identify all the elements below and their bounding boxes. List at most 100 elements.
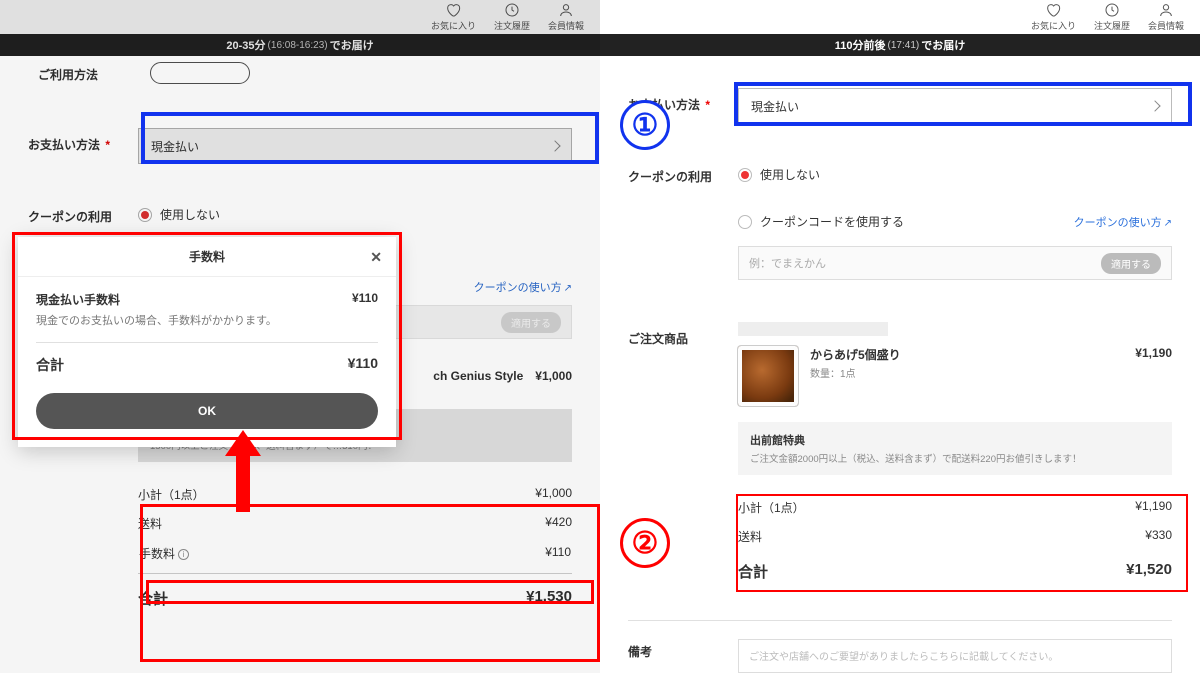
fee-modal: 手数料 ✕ 現金払い手数料¥110 現金でのお支払いの場合、手数料がかかります。…: [18, 237, 396, 447]
total-value: ¥1,530: [526, 588, 572, 609]
favorites-link[interactable]: お気に入り: [1031, 2, 1076, 32]
apply-button[interactable]: 適用する: [1101, 253, 1161, 274]
promo-desc: ご注文金額2000円以上（税込、送料含まず）で配送料220円お値引きします！: [750, 451, 1160, 465]
chevron-right-icon: [549, 140, 560, 151]
account-label: 会員情報: [1148, 19, 1184, 32]
shipping-value: ¥420: [545, 515, 572, 532]
coupon-code-input[interactable]: 例：でまえかん 適用する: [738, 246, 1172, 280]
ok-button[interactable]: OK: [36, 393, 378, 429]
annotation-circle-1: ①: [620, 100, 670, 150]
total-value: ¥1,520: [1126, 561, 1172, 582]
info-icon[interactable]: i: [178, 549, 189, 560]
order-section: ご注文商品 からあげ5個盛り 数量：1点 ¥1,190 出前館特典 ご注文金額2…: [628, 298, 1172, 616]
coupon-none-radio[interactable]: 使用しない: [738, 166, 1172, 183]
delivery-window: (17:41): [888, 40, 920, 51]
promo-banner: 出前館特典 ご注文金額2000円以上（税込、送料含まず）で配送料220円お値引き…: [738, 422, 1172, 475]
payment-select[interactable]: 現金払い: [738, 88, 1172, 124]
account-label: 会員情報: [548, 19, 584, 32]
favorites-label: お気に入り: [431, 19, 476, 32]
required-mark: *: [105, 138, 110, 152]
coupon-label: クーポンの利用: [628, 160, 738, 185]
annotation-circle-2: ②: [620, 518, 670, 568]
total-label: 合計: [738, 561, 768, 582]
favorites-link[interactable]: お気に入り: [431, 2, 476, 32]
payment-label: お支払い方法: [28, 138, 100, 152]
required-mark: *: [705, 98, 710, 112]
account-link[interactable]: 会員情報: [548, 2, 584, 32]
coupon-none-label: 使用しない: [160, 206, 220, 223]
order-item: からあげ5個盛り 数量：1点 ¥1,190: [738, 346, 1172, 406]
modal-fee-name: 現金払い手数料: [36, 291, 120, 308]
delivery-eta: 110分前後: [835, 37, 886, 53]
remarks-textarea[interactable]: ご注文や店舗へのご要望がありましたらこちらに記載してください。: [738, 639, 1172, 673]
history-link[interactable]: 注文履歴: [1094, 2, 1130, 32]
heart-icon: [445, 2, 461, 18]
order-item-price: ¥1,000: [535, 369, 572, 383]
coupon-none-radio[interactable]: 使用しない: [138, 206, 572, 223]
radio-dot-on: [138, 208, 152, 222]
fee-row[interactable]: 手数料i¥110: [138, 538, 572, 569]
order-item-name: からあげ5個盛り: [810, 346, 1123, 363]
radio-dot-off: [738, 215, 752, 229]
shipping-label: 送料: [138, 515, 162, 532]
delivery-banner: 110分前後 (17:41) でお届け: [600, 34, 1200, 56]
modal-total-label: 合計: [36, 355, 64, 375]
payment-row: お支払い方法 * 現金払い: [28, 110, 572, 182]
remarks-row: 備考 ご注文や店舗へのご要望がありましたらこちらに記載してください。: [628, 625, 1172, 673]
account-link[interactable]: 会員情報: [1148, 2, 1184, 32]
history-link[interactable]: 注文履歴: [494, 2, 530, 32]
top-bar: お気に入り 注文履歴 会員情報: [600, 0, 1200, 34]
modal-fee-amount: ¥110: [352, 291, 378, 308]
order-item-name-partial: ch Genius Style: [433, 369, 523, 383]
payment-row: お支払い方法 * 現金払い: [628, 66, 1172, 142]
payment-value: 現金払い: [151, 138, 199, 155]
close-icon[interactable]: ✕: [370, 249, 382, 266]
remarks-label: 備考: [628, 635, 738, 660]
promo-title: 出前館特典: [750, 432, 1160, 448]
payment-select[interactable]: 現金払い: [138, 128, 572, 164]
heart-icon: [1045, 2, 1061, 18]
delivery-suffix: でお届け: [921, 37, 965, 53]
delivery-eta: 20-35分: [226, 37, 265, 53]
shipping-label: 送料: [738, 528, 762, 545]
subtotal-value: ¥1,000: [535, 486, 572, 503]
annotation-arrow: [236, 454, 250, 512]
history-label: 注文履歴: [1094, 19, 1130, 32]
coupon-label: クーポンの利用: [28, 200, 138, 225]
radio-dot-on: [738, 168, 752, 182]
modal-fee-desc: 現金でのお支払いの場合、手数料がかかります。: [36, 312, 378, 328]
modal-total-value: ¥110: [348, 355, 378, 375]
coupon-howto-link[interactable]: クーポンの使い方↗: [1074, 214, 1172, 230]
item-thumbnail: [738, 346, 798, 406]
chevron-right-icon: [1149, 100, 1160, 111]
subtotal-label: 小計（1点）: [138, 486, 205, 503]
order-section-label: ご注文商品: [628, 322, 738, 347]
order-item-price: ¥1,190: [1135, 346, 1172, 360]
order-item-qty: 数量：1点: [810, 365, 1123, 380]
section-title-hidden: ご利用方法: [38, 66, 98, 83]
coupon-howto-link[interactable]: クーポンの使い方↗: [474, 279, 572, 295]
apply-button: 適用する: [501, 312, 561, 333]
delivery-suffix: でお届け: [330, 37, 374, 53]
fee-label: 手数料: [139, 547, 175, 561]
top-bar: お気に入り 注文履歴 会員情報: [0, 0, 600, 34]
shipping-value: ¥330: [1145, 528, 1172, 545]
delivery-window: (16:08-16:23): [268, 40, 328, 51]
subtotal-label: 小計（1点）: [738, 499, 805, 516]
pill-button-hidden[interactable]: [150, 62, 250, 84]
history-label: 注文履歴: [494, 19, 530, 32]
order-summary: 小計（1点）¥1,190 送料¥330 合計¥1,520: [738, 483, 1172, 598]
coupon-code-radio[interactable]: クーポンコードを使用する: [738, 213, 904, 230]
coupon-code-label: クーポンコードを使用する: [760, 213, 904, 230]
favorites-label: お気に入り: [1031, 19, 1076, 32]
history-icon: [1104, 2, 1120, 18]
coupon-row: クーポンの利用 使用しない: [28, 182, 572, 233]
user-icon: [1158, 2, 1174, 18]
coupon-placeholder: 例：でまえかん: [749, 255, 826, 271]
delivery-banner: 20-35分 (16:08-16:23) でお届け: [0, 34, 600, 56]
total-label: 合計: [138, 588, 168, 609]
payment-value: 現金払い: [751, 98, 799, 115]
history-icon: [504, 2, 520, 18]
coupon-none-label: 使用しない: [760, 166, 820, 183]
store-name-redacted: [738, 322, 888, 336]
